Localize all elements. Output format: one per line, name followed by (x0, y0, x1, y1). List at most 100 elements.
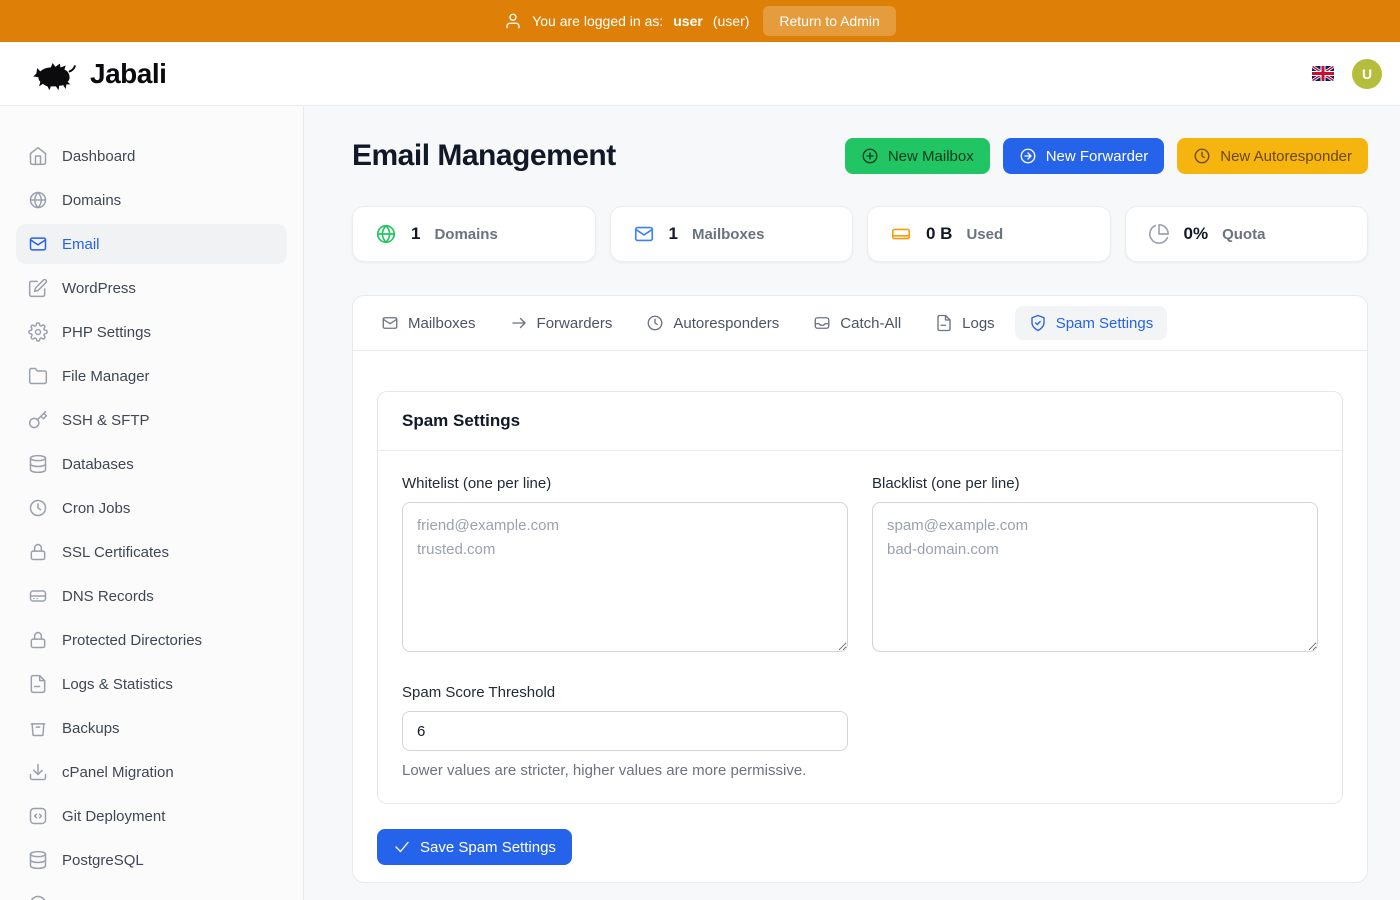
app-header: Jabali U (0, 42, 1400, 106)
spam-settings-card: Spam Settings Whitelist (one per line) B… (377, 391, 1343, 804)
stat-card-mailboxes: 1 Mailboxes (610, 206, 854, 262)
sidebar-item-label: SSL Certificates (62, 544, 169, 561)
sidebar-item-label: Backups (62, 720, 120, 737)
sidebar-item-postgresql[interactable]: PostgreSQL (16, 840, 287, 880)
brand[interactable]: Jabali (28, 54, 166, 94)
page-title: Email Management (352, 139, 616, 173)
spam-score-threshold-input[interactable] (402, 711, 848, 751)
blacklist-textarea[interactable] (872, 502, 1318, 652)
new-forwarder-button[interactable]: New Forwarder (1003, 138, 1165, 174)
boar-logo-icon (28, 54, 80, 94)
sidebar-item-label: Cron Jobs (62, 500, 130, 517)
database-icon (28, 454, 48, 474)
sidebar-item-backups[interactable]: Backups (16, 708, 287, 748)
pie-chart-icon (1148, 223, 1170, 245)
sidebar-item-label: WordPress (62, 280, 136, 297)
home-icon (28, 146, 48, 166)
check-icon (393, 838, 411, 856)
impersonation-bar: You are logged in as: user (user) Return… (0, 0, 1400, 42)
logged-in-text: You are logged in as: (532, 13, 663, 29)
sidebar-item-cron-jobs[interactable]: Cron Jobs (16, 488, 287, 528)
tab-label: Catch-All (840, 315, 901, 332)
tab-logs[interactable]: Logs (921, 306, 1009, 340)
clock-icon (28, 498, 48, 518)
whitelist-field-group: Whitelist (one per line) (402, 475, 848, 657)
key-icon (28, 410, 48, 430)
lock-icon (28, 542, 48, 562)
spam-settings-tab-content: Spam Settings Whitelist (one per line) B… (353, 351, 1367, 889)
plus-circle-icon (861, 147, 879, 165)
sidebar-item-email[interactable]: Email (16, 224, 287, 264)
stat-card-domains: 1 Domains (352, 206, 596, 262)
database-icon (28, 850, 48, 870)
sidebar-item-php-settings[interactable]: PHP Settings (16, 312, 287, 352)
tab-forwarders[interactable]: Forwarders (496, 306, 627, 340)
tab-catch-all[interactable]: Catch-All (799, 306, 915, 340)
return-to-admin-button[interactable]: Return to Admin (763, 6, 895, 36)
globe-icon (28, 190, 48, 210)
mail-icon (28, 234, 48, 254)
email-panel: Mailboxes Forwarders Autoresponders Catc… (352, 295, 1368, 883)
sidebar-item-label: PostgreSQL (62, 852, 144, 869)
sidebar-item-dashboard[interactable]: Dashboard (16, 136, 287, 176)
code-icon (28, 806, 48, 826)
sidebar-item-label: Protected Directories (62, 632, 202, 649)
file-text-icon (935, 314, 953, 332)
edit-icon (28, 278, 48, 298)
tab-label: Mailboxes (408, 315, 476, 332)
stats-row: 1 Domains 1 Mailboxes 0 B Used 0% Quota (352, 206, 1368, 262)
stat-value: 0 B (926, 224, 952, 244)
sidebar-item-domains[interactable]: Domains (16, 180, 287, 220)
shield-check-icon (1029, 314, 1047, 332)
threshold-label: Spam Score Threshold (402, 684, 848, 701)
sidebar-item-file-manager[interactable]: File Manager (16, 356, 287, 396)
clock-icon (646, 314, 664, 332)
language-flag-icon[interactable] (1312, 66, 1334, 81)
threshold-field-group: Spam Score Threshold Lower values are st… (402, 684, 848, 779)
sidebar-item-label: Databases (62, 456, 134, 473)
sidebar-item-ssh-sftp[interactable]: SSH & SFTP (16, 400, 287, 440)
sidebar-item-label: Domains (62, 192, 121, 209)
user-avatar[interactable]: U (1352, 59, 1382, 89)
logged-in-username: user (673, 13, 703, 29)
tab-label: Forwarders (537, 315, 613, 332)
sidebar-item-label: File Manager (62, 368, 150, 385)
tab-label: Spam Settings (1056, 315, 1154, 332)
sidebar-item-label: Git Deployment (62, 808, 165, 825)
logged-in-as: You are logged in as: user (user) (504, 12, 749, 30)
new-autoresponder-button[interactable]: New Autoresponder (1177, 138, 1368, 174)
new-mailbox-button[interactable]: New Mailbox (845, 138, 990, 174)
circle-icon (28, 894, 48, 900)
sidebar-item-dns-records[interactable]: DNS Records (16, 576, 287, 616)
sidebar-item-label: PHP Settings (62, 324, 151, 341)
sidebar-item-partial[interactable] (16, 884, 287, 900)
stat-card-used: 0 B Used (867, 206, 1111, 262)
tab-spam-settings[interactable]: Spam Settings (1015, 306, 1168, 340)
arrow-right-icon (510, 314, 528, 332)
stat-label: Domains (434, 226, 497, 243)
save-spam-settings-button[interactable]: Save Spam Settings (377, 829, 572, 865)
folder-icon (28, 366, 48, 386)
sidebar-item-ssl-certificates[interactable]: SSL Certificates (16, 532, 287, 572)
sidebar-item-label: cPanel Migration (62, 764, 174, 781)
sidebar-item-protected-directories[interactable]: Protected Directories (16, 620, 287, 660)
sidebar-item-logs-statistics[interactable]: Logs & Statistics (16, 664, 287, 704)
archive-icon (28, 718, 48, 738)
blacklist-label: Blacklist (one per line) (872, 475, 1318, 492)
arrow-right-circle-icon (1019, 147, 1037, 165)
tab-autoresponders[interactable]: Autoresponders (632, 306, 793, 340)
sidebar-item-databases[interactable]: Databases (16, 444, 287, 484)
threshold-help-text: Lower values are stricter, higher values… (402, 762, 848, 779)
sidebar: Dashboard Domains Email WordPress PHP Se… (0, 106, 304, 900)
sidebar-item-cpanel-migration[interactable]: cPanel Migration (16, 752, 287, 792)
whitelist-label: Whitelist (one per line) (402, 475, 848, 492)
sidebar-item-label: Logs & Statistics (62, 676, 173, 693)
main-content: Email Management New Mailbox New Forward… (304, 106, 1400, 900)
tab-mailboxes[interactable]: Mailboxes (367, 306, 490, 340)
page-actions: New Mailbox New Forwarder New Autorespon… (845, 138, 1368, 174)
clock-icon (1193, 147, 1211, 165)
tab-label: Logs (962, 315, 995, 332)
sidebar-item-wordpress[interactable]: WordPress (16, 268, 287, 308)
sidebar-item-git-deployment[interactable]: Git Deployment (16, 796, 287, 836)
whitelist-textarea[interactable] (402, 502, 848, 652)
